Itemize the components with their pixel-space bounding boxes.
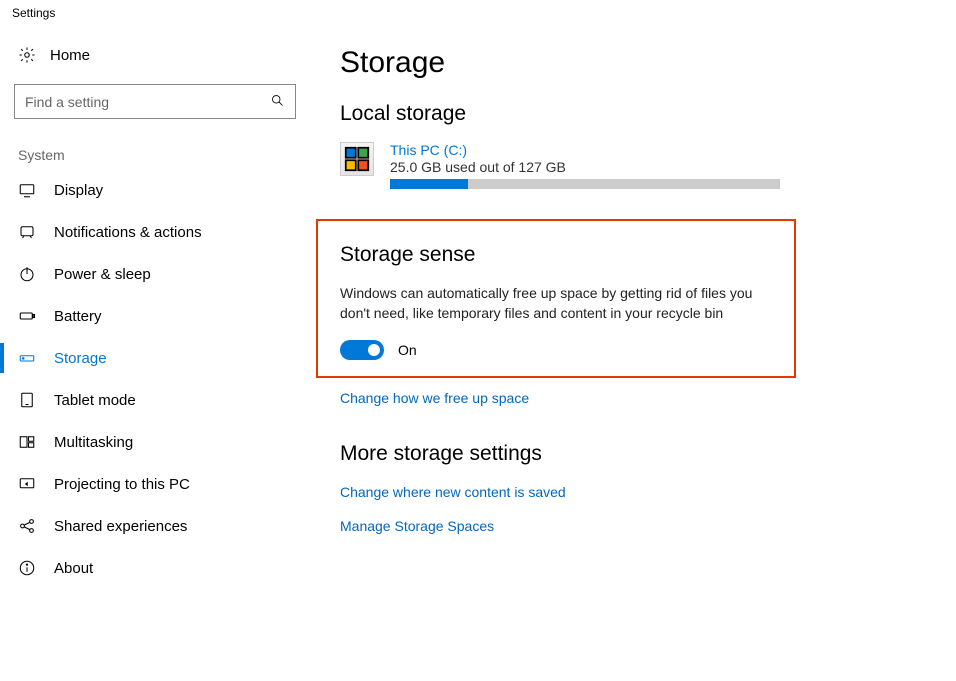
main-content: Storage Local storage This PC (C:) 25.0 … — [310, 26, 956, 599]
sidebar-item-storage[interactable]: Storage — [14, 337, 296, 379]
drive-usage-text: 25.0 GB used out of 127 GB — [390, 159, 926, 175]
info-icon — [18, 559, 36, 577]
more-settings-title: More storage settings — [340, 442, 926, 466]
sidebar-item-label: Projecting to this PC — [54, 476, 190, 493]
sidebar-item-about[interactable]: About — [14, 547, 296, 589]
search-field[interactable] — [25, 94, 270, 110]
sidebar-item-shared[interactable]: Shared experiences — [14, 505, 296, 547]
search-input[interactable] — [14, 84, 296, 119]
home-label: Home — [50, 47, 90, 64]
sidebar-item-label: Storage — [54, 350, 107, 367]
home-button[interactable]: Home — [14, 36, 296, 74]
sidebar-item-label: About — [54, 560, 93, 577]
shared-icon — [18, 517, 36, 535]
sidebar-item-display[interactable]: Display — [14, 169, 296, 211]
sidebar-item-label: Display — [54, 182, 103, 199]
storage-sense-toggle-label: On — [398, 342, 417, 358]
sidebar-item-notifications[interactable]: Notifications & actions — [14, 211, 296, 253]
drive-name-link[interactable]: This PC (C:) — [390, 142, 926, 158]
sidebar-item-multitasking[interactable]: Multitasking — [14, 421, 296, 463]
change-free-up-link[interactable]: Change how we free up space — [340, 390, 926, 406]
storage-icon — [18, 349, 36, 367]
drive-icon — [340, 142, 374, 176]
sidebar-item-power[interactable]: Power & sleep — [14, 253, 296, 295]
gear-icon — [18, 46, 36, 64]
sidebar-item-label: Tablet mode — [54, 392, 136, 409]
change-content-saved-link[interactable]: Change where new content is saved — [340, 484, 926, 500]
storage-sense-highlight: Storage sense Windows can automatically … — [316, 219, 796, 378]
manage-storage-spaces-link[interactable]: Manage Storage Spaces — [340, 518, 926, 534]
battery-icon — [18, 307, 36, 325]
sidebar-item-battery[interactable]: Battery — [14, 295, 296, 337]
sidebar: Home System Display Notifications & acti… — [0, 26, 310, 599]
sidebar-item-label: Power & sleep — [54, 266, 151, 283]
search-icon — [270, 93, 285, 111]
window-title: Settings — [0, 0, 956, 26]
multitasking-icon — [18, 433, 36, 451]
sidebar-item-tablet[interactable]: Tablet mode — [14, 379, 296, 421]
sidebar-item-label: Notifications & actions — [54, 224, 202, 241]
projecting-icon — [18, 475, 36, 493]
page-title: Storage — [340, 46, 926, 80]
sidebar-item-label: Battery — [54, 308, 102, 325]
display-icon — [18, 181, 36, 199]
drive-progress-bar — [390, 179, 780, 189]
sidebar-item-label: Multitasking — [54, 434, 133, 451]
power-icon — [18, 265, 36, 283]
local-storage-title: Local storage — [340, 102, 926, 126]
tablet-icon — [18, 391, 36, 409]
notification-icon — [18, 223, 36, 241]
drive-row[interactable]: This PC (C:) 25.0 GB used out of 127 GB — [340, 142, 926, 189]
drive-progress-fill — [390, 179, 468, 189]
sidebar-item-projecting[interactable]: Projecting to this PC — [14, 463, 296, 505]
storage-sense-toggle[interactable] — [340, 340, 384, 360]
sidebar-item-label: Shared experiences — [54, 518, 187, 535]
storage-sense-title: Storage sense — [340, 243, 772, 267]
section-label: System — [14, 147, 296, 163]
storage-sense-description: Windows can automatically free up space … — [340, 283, 760, 324]
